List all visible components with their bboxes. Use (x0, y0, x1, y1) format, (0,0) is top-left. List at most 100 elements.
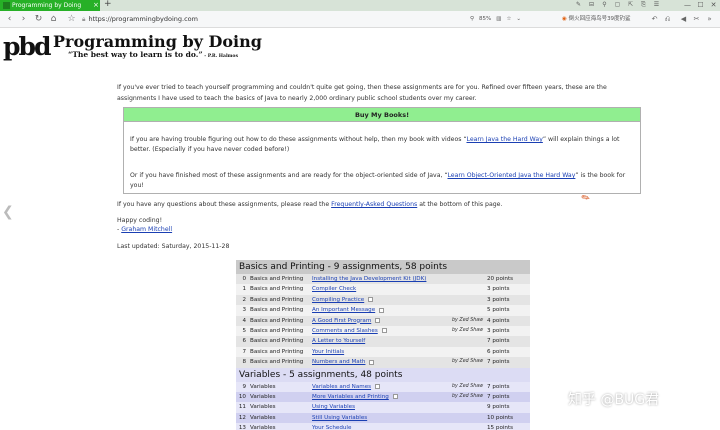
assignment-row: 11 Variables Using Variables 9 points (236, 402, 530, 413)
learn-java-link[interactable]: Learn Java the Hard Way (466, 136, 542, 143)
assignment-category: Basics and Printing (250, 307, 304, 314)
tab-title: Programming by Doing (12, 2, 82, 9)
assignment-number: 9 (242, 383, 246, 390)
assignments-table: Basics and Printing - 9 assignments, 58 … (236, 260, 530, 430)
assignment-number: 11 (238, 404, 246, 411)
note-icon[interactable] (382, 328, 387, 334)
assignment-number: 2 (242, 296, 246, 303)
book-text: If you are having trouble figuring out h… (130, 136, 467, 143)
web-page: pbd Programming by Doing “The best way t… (0, 29, 720, 430)
copy-icon[interactable]: ⎘ (640, 1, 647, 9)
history-icon[interactable]: ⎌ (663, 14, 672, 25)
assignment-number: 3 (242, 307, 246, 314)
maximize-button[interactable]: ☐ (694, 0, 707, 11)
assignment-link[interactable]: More Variables and Printing (312, 392, 389, 402)
back-icon[interactable]: ‹ (4, 14, 15, 25)
hot-search-text: 倒火回应海鸟号39度钓鲨 (568, 16, 631, 22)
screenshot-icon[interactable]: ⇱ (627, 1, 634, 9)
lock-icon: 🔒︎ (82, 15, 86, 23)
assignment-link[interactable]: Using Variables (312, 402, 355, 412)
faq-text: If you have any questions about these as… (117, 201, 332, 208)
assignment-row: 9 Variables Variables and Names by Zed Shaw… (236, 381, 530, 392)
volume-icon[interactable]: ◀︎ (679, 14, 688, 25)
assignment-author: by Zed Shaw (452, 383, 484, 389)
note-icon[interactable] (369, 359, 374, 365)
assignment-category: Basics and Printing (250, 317, 304, 324)
assignment-row: 12 Variables Still Using Variables 10 point… (236, 412, 530, 424)
reload-icon[interactable]: ↻ (33, 14, 44, 25)
assignment-number: 6 (242, 338, 246, 345)
close-window-button[interactable]: ✕ (707, 0, 720, 11)
tools-icon[interactable]: ⚲ (601, 1, 608, 9)
learn-oo-java-link[interactable]: Learn Object-Oriented Java the Hard Way (447, 172, 575, 179)
assignment-points: 9 points (487, 404, 510, 411)
note-icon[interactable] (379, 307, 384, 313)
section-heading: Variables - 5 assignments, 48 points (236, 367, 530, 382)
note-icon[interactable] (393, 394, 398, 400)
page-back-arrow-icon[interactable]: ❮ (2, 204, 14, 220)
assignment-link[interactable]: Compiling Practice (312, 295, 364, 305)
scissors-icon[interactable]: ✂ (692, 14, 701, 25)
assignment-link[interactable]: Comments and Slashes (312, 326, 378, 336)
site-logo[interactable]: pbd (3, 34, 51, 60)
assignment-link[interactable]: Compiler Check (312, 284, 356, 294)
faq-paragraph: If you have any questions about these as… (117, 200, 502, 210)
star-icon[interactable]: ☆ (506, 16, 511, 22)
assignment-number: 10 (238, 393, 246, 400)
new-tab-button[interactable]: + (104, 0, 112, 10)
assignment-category: Basics and Printing (250, 348, 304, 355)
assignment-number: 13 (238, 425, 246, 430)
address-tools: ⚲ 85% ▥ ☆ ⌄ (470, 14, 526, 25)
assignment-category: Basics and Printing (250, 359, 304, 366)
book-paragraph-2: Or if you have finished most of these as… (130, 171, 636, 191)
note-icon[interactable] (375, 384, 380, 390)
bookmark-star-icon[interactable]: ☆ (66, 14, 77, 25)
assignment-number: 12 (238, 414, 246, 421)
author-link[interactable]: Graham Mitchell (121, 226, 172, 233)
reader-icon[interactable]: ⊟ (588, 1, 595, 9)
assignment-link[interactable]: A Letter to Yourself (312, 336, 365, 346)
zoom-icon[interactable]: ⚲ (470, 16, 474, 22)
menu-icon[interactable]: ☰ (653, 1, 660, 9)
assignment-link[interactable]: Your Schedule (312, 423, 351, 430)
buy-books-box: Buy My Books! If you are having trouble … (123, 107, 641, 194)
assignment-link[interactable]: Variables and Names (312, 382, 371, 392)
dropdown-icon[interactable]: ⌄ (516, 16, 521, 22)
faq-link[interactable]: Frequently-Asked Questions (331, 201, 417, 208)
note-icon[interactable] (368, 297, 373, 303)
assignment-points: 10 points (487, 414, 514, 421)
hot-search[interactable]: ◉ 倒火回应海鸟号39度钓鲨 (562, 14, 631, 25)
home-icon[interactable]: ⌂ (48, 14, 59, 25)
more-icon[interactable]: » (705, 14, 714, 25)
undo-icon[interactable]: ↶ (650, 14, 659, 25)
assignment-link[interactable]: Your Initials (312, 347, 344, 357)
assignment-points: 5 points (487, 307, 510, 314)
browser-tab[interactable]: Programming by Doing (0, 0, 100, 11)
assignment-row: 2 Basics and Printing Compiling Practice 3 … (236, 294, 530, 306)
note-icon[interactable] (375, 318, 380, 324)
assignment-link[interactable]: Installing the Java Development Kit (JDK… (312, 274, 426, 284)
window-icon[interactable]: ▢ (614, 1, 621, 9)
assignment-link[interactable]: Numbers and Math (312, 357, 365, 367)
tab-close-icon[interactable]: × (93, 0, 99, 11)
assignment-category: Basics and Printing (250, 286, 304, 293)
assignment-link[interactable]: An Important Message (312, 305, 375, 315)
minimize-button[interactable]: — (681, 0, 694, 11)
assignment-points: 15 points (487, 425, 514, 430)
assignment-number: 7 (242, 348, 246, 355)
pen-icon[interactable]: ✎ (575, 1, 582, 9)
assignment-points: 3 points (487, 286, 510, 293)
assignment-link[interactable]: Still Using Variables (312, 413, 367, 423)
book-text: Or if you have finished most of these as… (130, 172, 448, 179)
url-text: https://programmingbydoing.com (88, 15, 198, 23)
zoom-level[interactable]: 85% (479, 16, 491, 22)
assignment-number: 4 (242, 317, 246, 324)
extension-icon[interactable]: ▥ (496, 16, 501, 22)
forward-icon[interactable]: › (18, 14, 29, 25)
assignment-link[interactable]: A Good First Program (312, 316, 371, 326)
address-bar[interactable]: 🔒︎ https://programmingbydoing.com (82, 14, 482, 25)
assignment-row: 10 Variables More Variables and Printing by… (236, 391, 530, 403)
assignment-row: 5 Basics and Printing Comments and Slashes… (236, 325, 530, 337)
last-updated: Last updated: Saturday, 2015-11-28 (117, 243, 230, 250)
assignment-category: Variables (250, 393, 276, 400)
